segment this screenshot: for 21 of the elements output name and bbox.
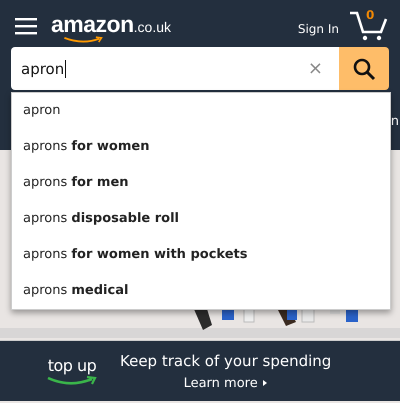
top-up-logo: top up — [46, 356, 98, 386]
suggestion-item[interactable]: aprons disposable roll — [12, 201, 390, 237]
banner-headline: Keep track of your spending — [120, 352, 332, 370]
search-icon — [352, 56, 376, 80]
cart-count: 0 — [366, 8, 374, 22]
suggestion-item[interactable]: aprons medical — [12, 273, 390, 309]
learn-more-link[interactable]: Learn more — [184, 376, 268, 390]
search-button[interactable] — [339, 47, 389, 90]
amazon-logo[interactable]: amazon.co.uk — [51, 12, 171, 44]
nav-link[interactable]: n — [390, 114, 399, 128]
suggestion-item[interactable]: aprons for men — [12, 165, 390, 201]
sign-in-link[interactable]: Sign In — [298, 22, 339, 36]
clear-button[interactable]: × — [308, 58, 323, 79]
suggestion-item[interactable]: aprons for women with pockets — [12, 237, 390, 273]
suggestion-item[interactable]: apron — [12, 93, 390, 129]
menu-icon[interactable] — [15, 17, 37, 35]
cart-button[interactable]: 0 — [349, 10, 389, 42]
promo-banner[interactable]: top up Keep track of your spending Learn more — [0, 340, 400, 401]
triangle-icon — [262, 379, 268, 387]
suggestion-item[interactable]: aprons for women — [12, 129, 390, 165]
search-field[interactable]: apron × — [11, 47, 339, 90]
